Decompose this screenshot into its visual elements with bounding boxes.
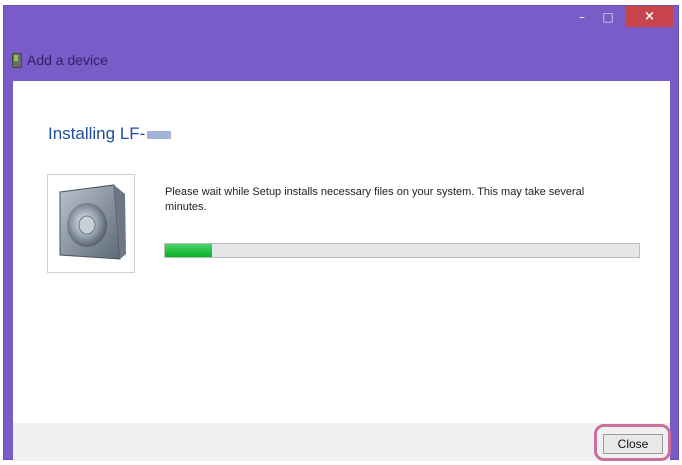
install-progress-bar [164, 243, 640, 258]
window-close-button[interactable]: × [626, 6, 673, 27]
page-title-text: Installing LF- [48, 124, 146, 143]
title-bar[interactable]: – □ × [4, 6, 678, 36]
window-title: Add a device [27, 52, 108, 68]
close-button-highlight: Close [594, 424, 671, 461]
maximize-icon: □ [602, 9, 614, 24]
status-message: Please wait while Setup installs necessa… [165, 186, 585, 213]
redacted-device-name [147, 130, 172, 139]
button-bar: Close [13, 423, 671, 461]
progress-fill [165, 244, 213, 257]
window-header: Add a device [12, 50, 108, 70]
speaker-icon [59, 184, 126, 260]
content-panel: Installing LF- Please wait while Setup i… [13, 81, 670, 423]
maximize-button[interactable]: □ [596, 6, 620, 27]
close-icon: × [644, 9, 655, 24]
page-title: Installing LF- [48, 124, 172, 144]
add-device-window: – □ × Add a device Installing LF- Please… [3, 5, 679, 461]
minimize-button[interactable]: – [570, 6, 594, 27]
device-icon [12, 53, 22, 68]
minimize-icon: – [579, 9, 585, 24]
close-button[interactable]: Close [603, 434, 663, 454]
device-thumbnail [47, 174, 135, 273]
